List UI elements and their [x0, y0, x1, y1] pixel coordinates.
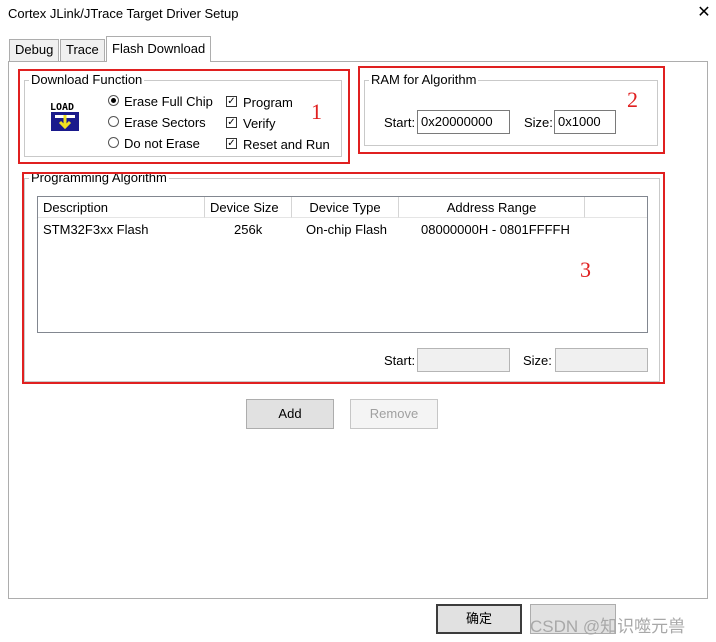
ok-button[interactable]: 确定 — [436, 604, 522, 634]
tab-debug[interactable]: Debug — [9, 39, 60, 61]
annotation-box-2 — [358, 66, 665, 154]
watermark: CSDN @知识噬元兽 — [530, 617, 686, 636]
annotation-number-1: 1 — [311, 99, 322, 124]
add-button[interactable]: Add — [246, 399, 334, 429]
tab-trace[interactable]: Trace — [60, 39, 105, 61]
remove-button[interactable]: Remove — [350, 399, 438, 429]
annotation-box-1 — [18, 69, 350, 164]
window-title: Cortex JLink/JTrace Target Driver Setup — [8, 6, 239, 21]
annotation-box-3 — [22, 172, 665, 384]
close-icon[interactable]: ✕ — [693, 2, 715, 24]
tab-flash-download[interactable]: Flash Download — [106, 36, 212, 62]
annotation-number-2: 2 — [627, 87, 638, 112]
annotation-number-3: 3 — [580, 257, 591, 282]
